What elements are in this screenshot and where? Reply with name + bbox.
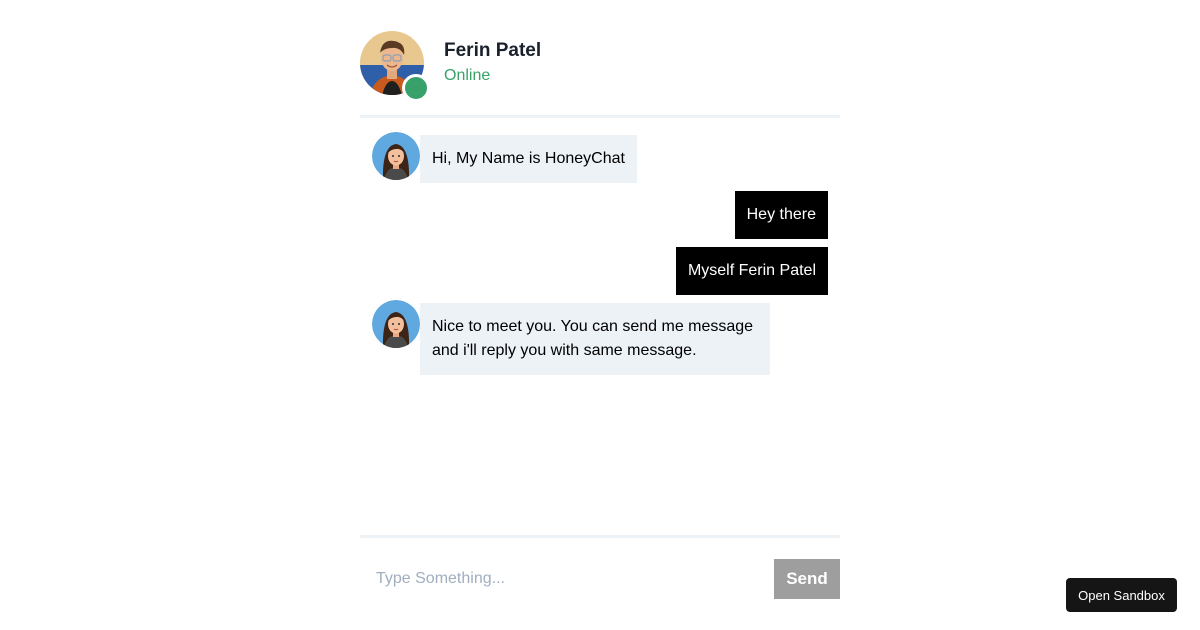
bot-avatar xyxy=(372,300,420,348)
bot-message-line: and i'll reply you with same message. xyxy=(432,342,697,359)
message-composer: Send xyxy=(360,559,840,599)
composer-divider xyxy=(360,535,840,538)
open-sandbox-button[interactable]: Open Sandbox xyxy=(1066,578,1177,612)
message-list: Hi, My Name is HoneyChat Hey there Mysel… xyxy=(360,118,840,535)
online-status-dot xyxy=(402,74,430,102)
contact-status: Online xyxy=(444,67,491,84)
bot-message-line: Nice to meet you. You can send me messag… xyxy=(432,318,754,335)
bot-avatar xyxy=(372,132,420,180)
chat-header: Ferin Patel Online xyxy=(360,30,840,102)
chat-window: Ferin Patel Online Hi, My Name is HoneyC… xyxy=(360,0,840,630)
contact-name: Ferin Patel xyxy=(444,40,542,61)
user-message-bubble: Myself Ferin Patel xyxy=(675,247,828,295)
send-button[interactable]: Send xyxy=(774,559,840,599)
message-input[interactable] xyxy=(360,559,770,599)
bot-message-bubble: Hi, My Name is HoneyChat xyxy=(420,135,637,183)
bot-message-bubble: Nice to meet you. You can send me messag… xyxy=(420,303,770,375)
user-message-bubble: Hey there xyxy=(734,191,828,239)
